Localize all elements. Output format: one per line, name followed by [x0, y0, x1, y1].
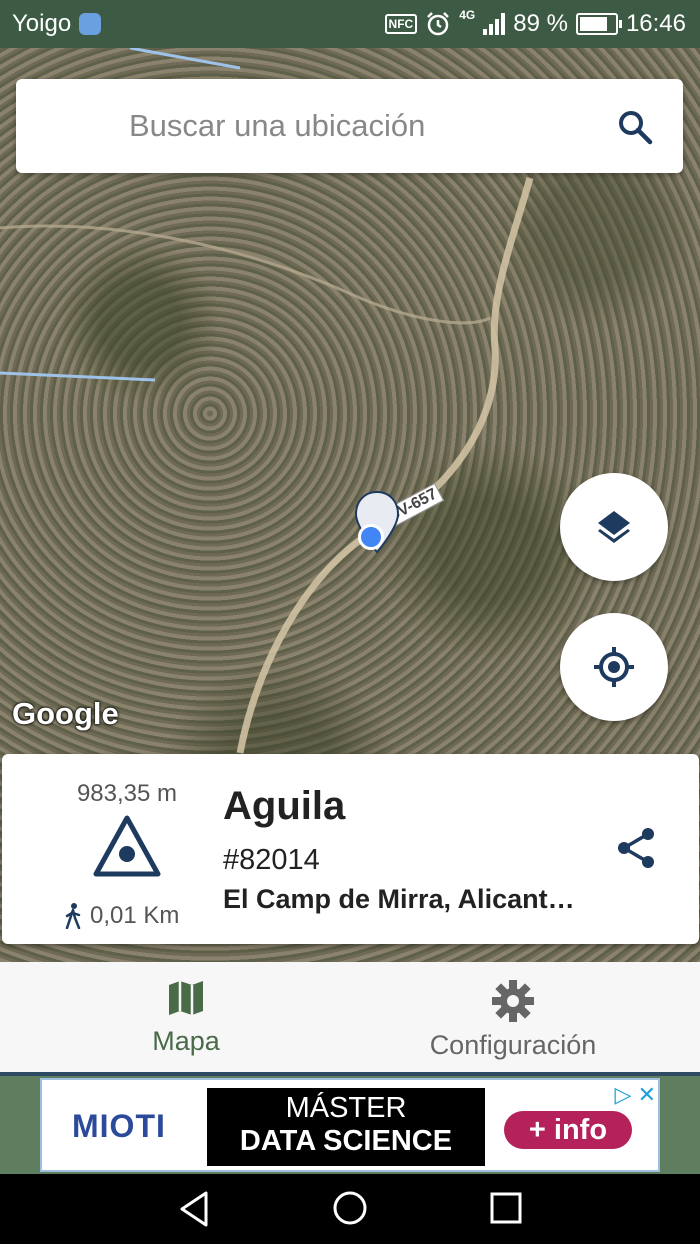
- network-type: 4G: [459, 8, 476, 22]
- walking-distance: 0,01 Km: [64, 902, 179, 930]
- gear-icon: [492, 980, 534, 1022]
- peak-info-card[interactable]: 983,35 m 0,01 Km Aguila #82014 El Camp d…: [2, 754, 699, 944]
- bottom-navigation: Mapa Configuración: [0, 962, 700, 1076]
- peak-id: #82014: [223, 844, 320, 876]
- share-icon[interactable]: [614, 826, 658, 870]
- google-logo: Google: [12, 696, 119, 731]
- tab-mapa[interactable]: Mapa: [146, 962, 226, 1072]
- clock: 16:46: [625, 10, 686, 37]
- layers-icon: [598, 511, 630, 543]
- my-location-button[interactable]: [560, 613, 668, 721]
- search-input[interactable]: Buscar una ubicación: [129, 108, 425, 144]
- peak-location: El Camp de Mirra, Alicant…: [223, 884, 575, 914]
- ad-line1: MÁSTER: [285, 1092, 407, 1124]
- battery-icon: [575, 13, 622, 35]
- peak-name: Aguila: [223, 784, 346, 828]
- tab-configuracion[interactable]: Configuración: [413, 962, 613, 1072]
- nfc-icon: NFC: [384, 14, 418, 34]
- ad-cta-button[interactable]: + info: [504, 1111, 632, 1149]
- map-icon: [169, 981, 203, 1015]
- gps-target-icon: [594, 647, 634, 687]
- current-location-dot: [358, 524, 384, 550]
- peak-elevation: 983,35 m: [76, 780, 178, 807]
- walking-icon: [65, 903, 81, 929]
- tab-mapa-label: Mapa: [152, 1026, 220, 1056]
- adchoices-icon[interactable]: ▷ ✕: [615, 1082, 656, 1108]
- layers-button[interactable]: [560, 473, 668, 581]
- ad-banner[interactable]: MIOTI MÁSTER DATA SCIENCE + info ▷ ✕: [40, 1078, 660, 1172]
- home-icon[interactable]: [332, 1190, 368, 1226]
- battery-fill: [579, 17, 607, 31]
- recents-icon[interactable]: [490, 1192, 522, 1224]
- system-navigation-bar: [0, 1174, 700, 1244]
- ad-brand: MIOTI: [72, 1108, 166, 1144]
- alarm-icon: [427, 12, 450, 36]
- ad-line2: DATA SCIENCE: [239, 1125, 453, 1157]
- peak-triangle-icon: [93, 815, 161, 877]
- search-icon[interactable]: [617, 109, 653, 145]
- distance-value: 0,01 Km: [90, 902, 180, 929]
- status-bar: Yoigo NFC 4G 89 % 16:46: [0, 0, 700, 48]
- battery-percent: 89 %: [513, 10, 568, 37]
- tab-configuracion-label: Configuración: [429, 1030, 597, 1060]
- search-bar[interactable]: Buscar una ubicación: [16, 79, 683, 173]
- location-service-icon: [79, 13, 102, 35]
- signal-icon: [483, 13, 506, 35]
- ad-banner-container: MIOTI MÁSTER DATA SCIENCE + info ▷ ✕: [0, 1076, 700, 1174]
- ad-promo: MÁSTER DATA SCIENCE: [207, 1088, 485, 1166]
- carrier-name: Yoigo: [12, 10, 72, 37]
- back-icon[interactable]: [176, 1190, 212, 1228]
